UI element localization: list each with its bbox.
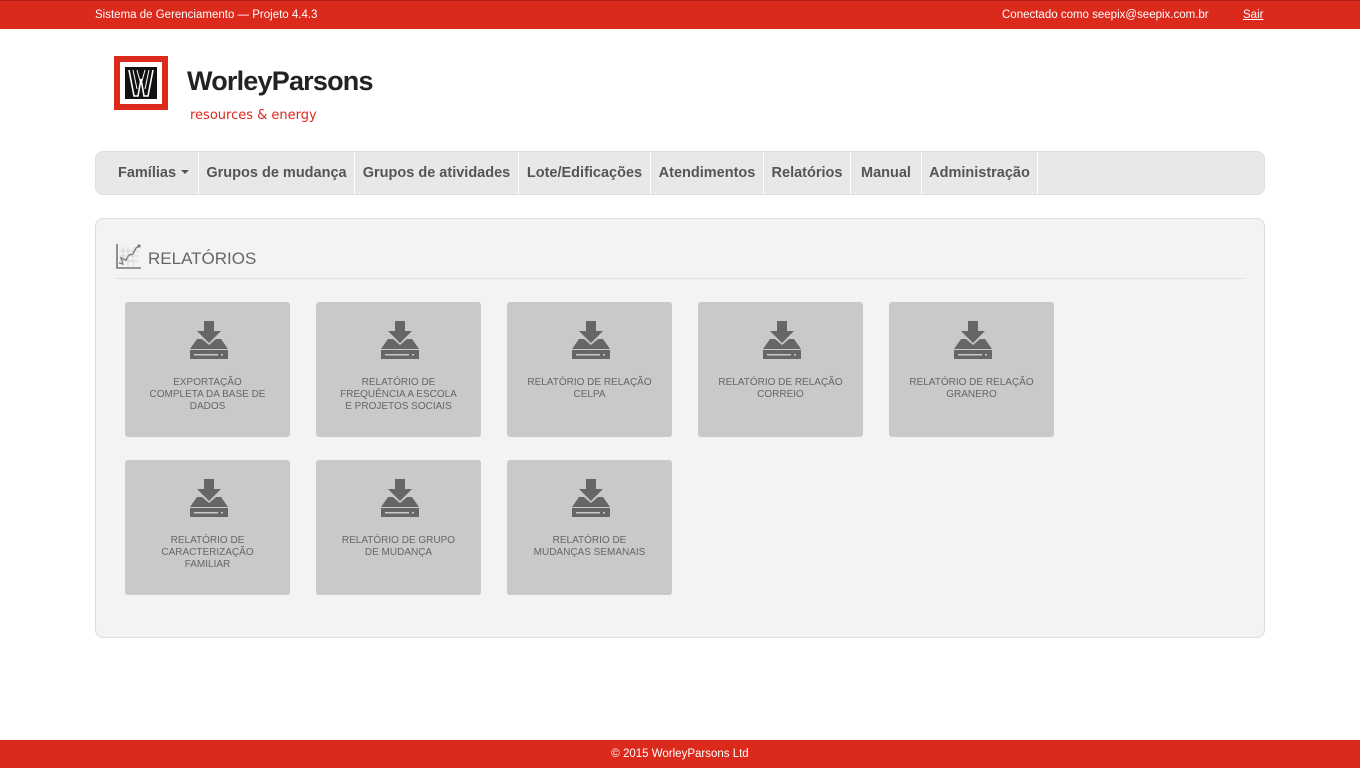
logged-user: Conectado como seepix@seepix.com.br [1002, 9, 1209, 21]
report-tile[interactable]: Relatório de grupo de mudança [316, 460, 481, 595]
report-label: Relatório de grupo de mudança [341, 535, 456, 558]
report-label: Relatório de caracterização familiar [161, 535, 254, 570]
report-tile[interactable]: Relatório de relação correio [698, 302, 863, 437]
nav-item-lote-edificacoes[interactable]: Lote/Edificações [519, 152, 651, 194]
report-label: Relatório de frequência a escola e proje… [340, 377, 457, 412]
report-tile[interactable]: Relatório de relação CELPA [507, 302, 672, 437]
panel-title: RELATÓRIOS [148, 249, 257, 268]
brand-tagline: resources & energy [190, 108, 317, 123]
download-icon [954, 321, 992, 359]
nav-item-label: Administração [929, 165, 1030, 181]
download-icon [572, 321, 610, 359]
report-tile[interactable]: Exportação completa da base de dados [125, 302, 290, 437]
nav-item-administracao[interactable]: Administração [922, 152, 1038, 194]
download-icon [190, 321, 228, 359]
nav-item-grupos-atividades[interactable]: Grupos de atividades [355, 152, 519, 194]
report-tile[interactable]: Relatório de caracterização familiar [125, 460, 290, 595]
download-icon [381, 479, 419, 517]
footer-text: © 2015 WorleyParsons Ltd [611, 748, 749, 760]
report-label: Relatório de relação CELPA [527, 377, 652, 400]
brand-logo-icon [114, 56, 168, 110]
top-bar: Sistema de Gerenciamento — Projeto 4.4.3… [0, 0, 1360, 29]
nav-item-manual[interactable]: Manual [851, 152, 922, 194]
report-label: Relatório de mudanças semanais [533, 535, 646, 558]
download-icon [190, 479, 228, 517]
system-title: Sistema de Gerenciamento — Projeto 4.4.3 [95, 9, 318, 21]
nav-item-label: Lote/Edificações [526, 165, 643, 181]
divider [115, 278, 1246, 279]
main-nav: Famílias Grupos de mudança Grupos de ati… [95, 151, 1265, 195]
nav-item-label: Atendimentos [658, 165, 756, 181]
download-icon [381, 321, 419, 359]
nav-item-label: Manual [861, 165, 911, 181]
report-tile[interactable]: Relatório de relação granero [889, 302, 1054, 437]
report-label: Relatório de relação granero [909, 377, 1034, 400]
nav-item-familias[interactable]: Famílias [109, 152, 199, 194]
logout-link[interactable]: Sair [1243, 9, 1263, 21]
download-icon [572, 479, 610, 517]
nav-item-relatorios[interactable]: Relatórios [764, 152, 851, 194]
report-label: Relatório de relação correio [718, 377, 843, 400]
download-icon [763, 321, 801, 359]
footer: © 2015 WorleyParsons Ltd [0, 740, 1360, 768]
nav-item-atendimentos[interactable]: Atendimentos [651, 152, 764, 194]
chart-line-icon [116, 244, 141, 269]
report-tile[interactable]: Relatório de mudanças semanais [507, 460, 672, 595]
nav-item-label: Famílias [117, 165, 177, 181]
report-tile[interactable]: Relatório de frequência a escola e proje… [316, 302, 481, 437]
nav-item-grupos-mudanca[interactable]: Grupos de mudança [199, 152, 355, 194]
nav-item-label: Relatórios [771, 165, 843, 181]
nav-item-label: Grupos de mudança [206, 165, 347, 181]
reports-panel: RELATÓRIOS Exportação completa da base d… [95, 218, 1265, 638]
nav-item-label: Grupos de atividades [362, 165, 511, 181]
brand-name: WorleyParsons [187, 66, 373, 96]
report-label: Exportação completa da base de dados [149, 377, 266, 412]
caret-down-icon [181, 170, 190, 175]
